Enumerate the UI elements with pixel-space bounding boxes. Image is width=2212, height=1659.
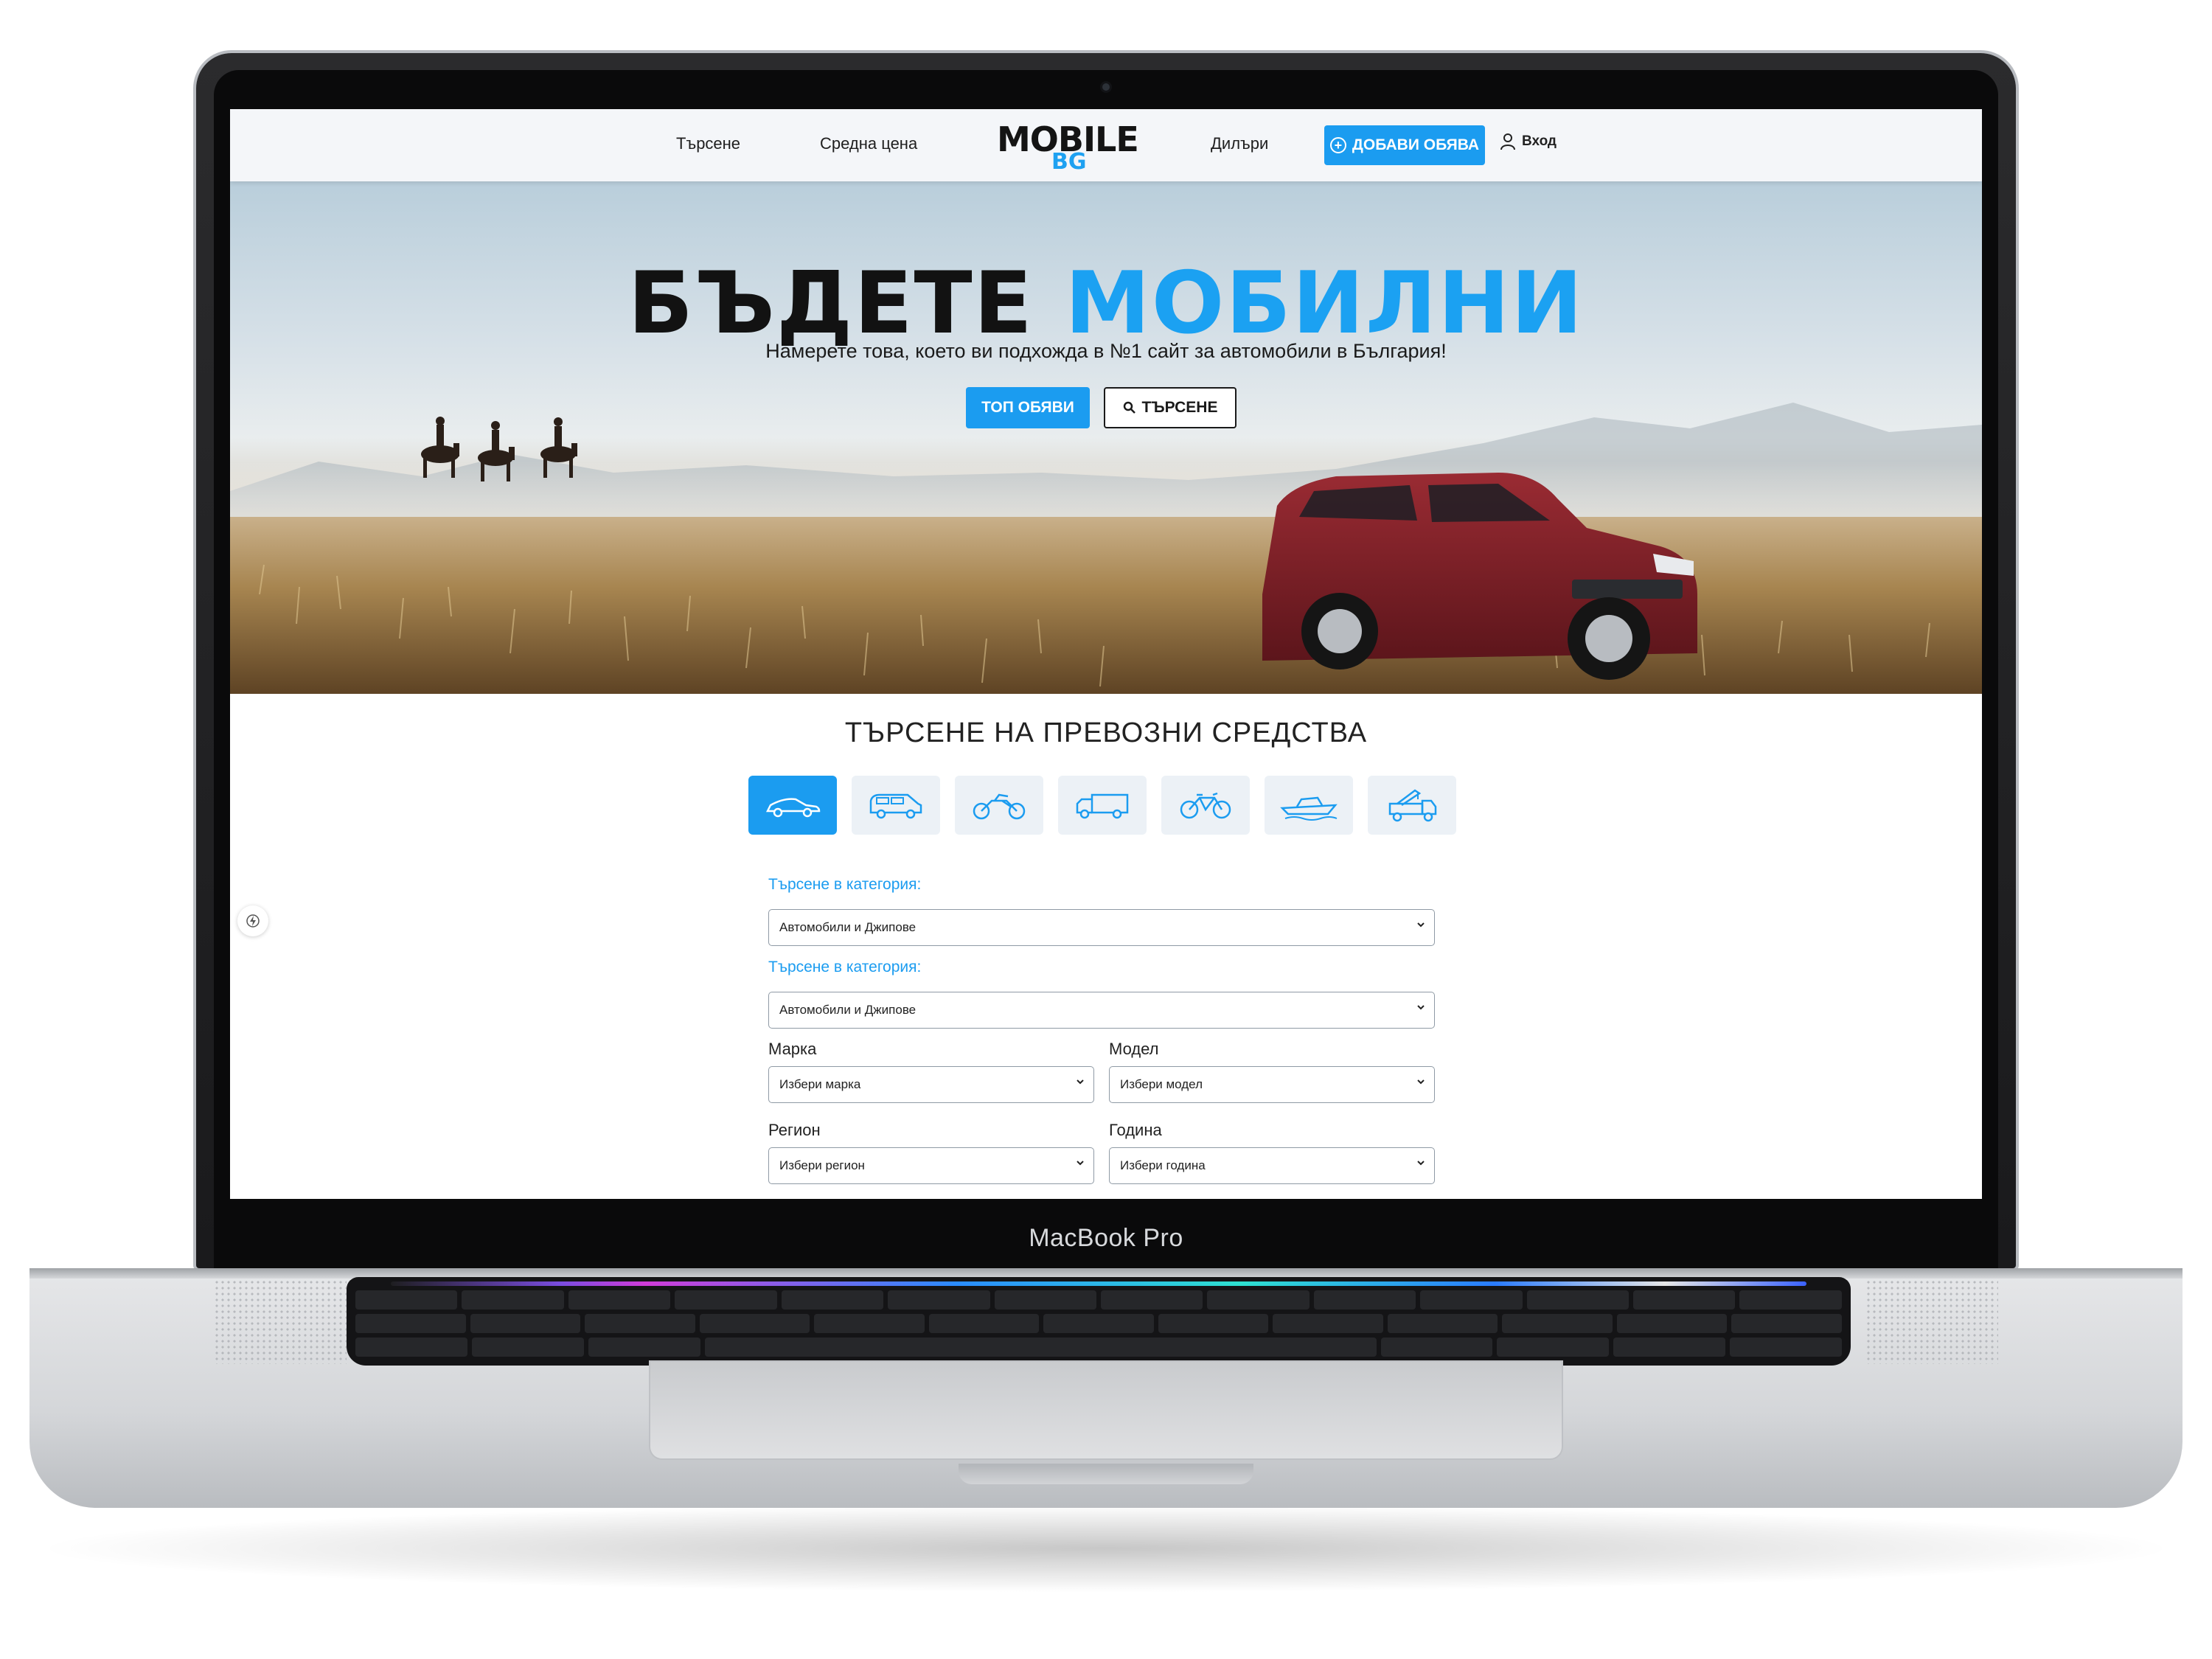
van-icon (869, 793, 922, 819)
crane-truck-icon (1388, 789, 1437, 822)
tab-bicycles[interactable] (1161, 776, 1250, 835)
hero-title: БЪДЕТЕ МОБИЛНИ (230, 254, 1982, 353)
keyboard-row (355, 1338, 1842, 1357)
laptop-shadow (29, 1504, 2183, 1593)
keyboard-row (355, 1314, 1842, 1333)
category-select-2[interactable]: Автомобили и Джипове (768, 992, 1435, 1029)
nav-dealers-link[interactable]: Дилъри (1211, 134, 1268, 153)
category-select-1-value: Автомобили и Джипове (779, 920, 917, 934)
hero-title-part2: МОБИЛНИ (1065, 254, 1585, 353)
chevron-down-icon (1417, 1161, 1425, 1166)
speaker-grille-left (214, 1279, 347, 1364)
tab-vans[interactable] (852, 776, 940, 835)
tab-boats[interactable] (1265, 776, 1353, 835)
chevron-down-icon (1077, 1079, 1084, 1085)
hero-banner: БЪДЕТЕ МОБИЛНИ Намерете това, което ви п… (230, 181, 1982, 694)
vehicle-search-title: ТЪРСЕНЕ НА ПРЕВОЗНИ СРЕДСТВА (844, 717, 1368, 748)
tab-special-vehicles[interactable] (1368, 776, 1456, 835)
login-label: Вход (1522, 133, 1557, 149)
logo-text-bg: BG (1051, 149, 1087, 175)
plus-circle-icon: + (1329, 137, 1346, 153)
hero-title-part1: БЪДЕТЕ (627, 254, 1034, 353)
category-label-1: Търсене в категория: (768, 876, 922, 893)
region-select-value: Избери регион (779, 1158, 865, 1172)
vehicle-type-tabs (748, 776, 1456, 835)
model-label: Модел (1109, 1040, 1159, 1058)
floating-widget-button[interactable] (237, 905, 268, 936)
region-label: Регион (768, 1121, 821, 1139)
chevron-down-icon (1077, 1161, 1084, 1166)
category-select-1[interactable]: Автомобили и Джипове (768, 909, 1435, 946)
chevron-down-icon (1417, 1005, 1425, 1010)
login-link[interactable]: Вход (1500, 133, 1557, 150)
region-select[interactable]: Избери регион (768, 1147, 1094, 1184)
year-select[interactable]: Избери година (1109, 1147, 1435, 1184)
model-select-value: Избери модел (1120, 1077, 1203, 1091)
motorcycle-icon (973, 793, 1026, 820)
year-label: Година (1109, 1121, 1162, 1139)
camera-icon (1102, 83, 1110, 91)
truck-icon (1076, 793, 1129, 819)
add-listing-button[interactable]: + ДОБАВИ ОБЯВА (1324, 125, 1485, 165)
trackpad (649, 1360, 1563, 1460)
chevron-down-icon (1417, 1079, 1425, 1085)
hero-search-label: ТЪРСЕНЕ (1141, 399, 1218, 416)
category-select-2-value: Автомобили и Джипове (779, 1003, 917, 1017)
browser-viewport: Търсене Средна цена MOBILE BG Дилъри + Д… (230, 109, 1982, 1199)
nav-average-price-link[interactable]: Средна цена (820, 134, 917, 153)
device-label: MacBook Pro (1029, 1224, 1183, 1252)
lightning-icon (246, 914, 260, 928)
add-listing-label: ДОБАВИ ОБЯВА (1352, 136, 1480, 153)
lid-opening-notch (959, 1464, 1253, 1484)
tab-cars[interactable] (748, 776, 837, 835)
keyboard (347, 1277, 1851, 1366)
car-icon (765, 798, 821, 818)
tab-trucks[interactable] (1058, 776, 1147, 835)
bicycle-icon (1180, 792, 1231, 819)
site-logo[interactable]: MOBILE BG (997, 119, 1144, 175)
site-header: Търсене Средна цена MOBILE BG Дилъри + Д… (230, 109, 1982, 181)
brand-select[interactable]: Избери марка (768, 1066, 1094, 1103)
nav-search-link[interactable]: Търсене (676, 134, 740, 153)
top-listings-button[interactable]: ТОП ОБЯВИ (966, 387, 1090, 428)
model-select[interactable]: Избери модел (1109, 1066, 1435, 1103)
brand-select-value: Избери марка (779, 1077, 861, 1091)
year-select-value: Избери година (1120, 1158, 1206, 1172)
search-icon (1123, 401, 1135, 414)
keyboard-row (355, 1290, 1842, 1310)
chevron-down-icon (1417, 922, 1425, 928)
user-icon (1500, 133, 1515, 150)
brand-label: Марка (768, 1040, 817, 1058)
speaker-grille-right (1865, 1279, 1998, 1364)
hero-search-button[interactable]: ТЪРСЕНЕ (1104, 387, 1237, 428)
tab-motorcycles[interactable] (955, 776, 1043, 835)
category-label-2: Търсене в категория: (768, 959, 922, 975)
hero-subtitle: Намерете това, което ви подхожда в №1 са… (765, 340, 1447, 362)
touch-bar (391, 1281, 1806, 1286)
boat-icon (1280, 796, 1338, 821)
